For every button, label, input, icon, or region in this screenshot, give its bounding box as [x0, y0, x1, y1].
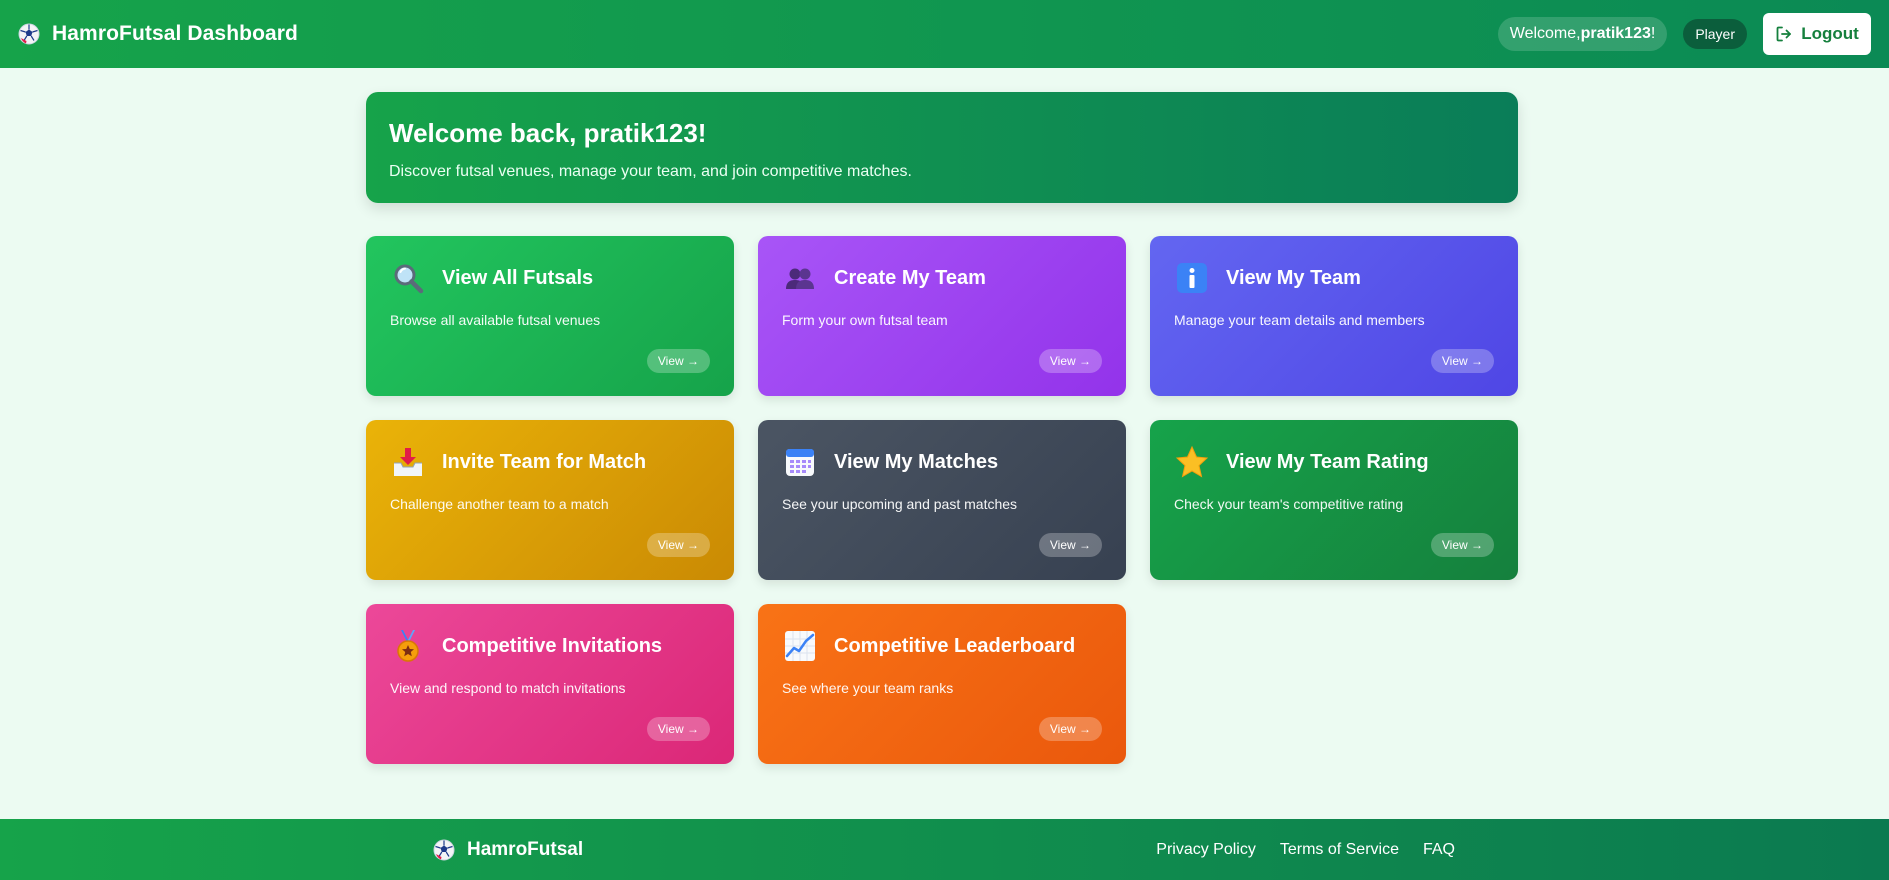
top-navbar: HamroFutsal Dashboard Welcome, pratik123…: [0, 0, 1889, 68]
calendar-icon: [782, 444, 818, 480]
medal-icon: [390, 628, 426, 664]
view-button[interactable]: View →: [1038, 349, 1102, 373]
welcome-pill: Welcome, pratik123!: [1497, 17, 1668, 51]
view-button[interactable]: View →: [1430, 533, 1494, 557]
card-view-my-matches[interactable]: View My Matches See your upcoming and pa…: [758, 420, 1126, 580]
view-button[interactable]: View →: [1430, 349, 1494, 373]
soccer-ball-icon: [18, 23, 40, 45]
logout-button[interactable]: Logout: [1763, 13, 1871, 55]
card-title: Create My Team: [834, 266, 986, 289]
view-button[interactable]: View →: [646, 717, 710, 741]
card-description: View and respond to match invitations: [390, 680, 626, 696]
card-description: Form your own futsal team: [782, 312, 948, 328]
logout-label: Logout: [1801, 24, 1859, 43]
card-view-my-team-rating[interactable]: View My Team Rating Check your team's co…: [1150, 420, 1518, 580]
card-competitive-invitations[interactable]: Competitive Invitations View and respond…: [366, 604, 734, 764]
card-description: Browse all available futsal venues: [390, 312, 601, 328]
username: pratik123: [1580, 25, 1651, 42]
card-title: Competitive Leaderboard: [834, 634, 1076, 657]
footer-links: Privacy Policy Terms of Service FAQ: [1156, 819, 1455, 880]
view-button[interactable]: View →: [1038, 533, 1102, 557]
card-view-my-team[interactable]: View My Team Manage your team details an…: [1150, 236, 1518, 396]
role-badge: Player: [1683, 19, 1747, 49]
footer-brand[interactable]: HamroFutsal: [433, 819, 583, 880]
logout-icon: [1775, 25, 1793, 43]
view-button[interactable]: View →: [646, 533, 710, 557]
card-description: Manage your team details and members: [1174, 312, 1425, 328]
view-button[interactable]: View →: [1038, 717, 1102, 741]
card-description: Check your team's competitive rating: [1174, 496, 1404, 512]
card-title: View My Team: [1226, 266, 1361, 289]
card-title: Invite Team for Match: [442, 450, 647, 473]
welcome-banner: Welcome back, pratik123! Discover futsal…: [366, 92, 1518, 203]
welcome-suffix: !: [1650, 25, 1656, 42]
magnifier-icon: [390, 260, 426, 296]
app-title: HamroFutsal Dashboard: [52, 22, 298, 45]
card-create-my-team[interactable]: Create My Team Form your own futsal team…: [758, 236, 1126, 396]
card-competitive-leaderboard[interactable]: Competitive Leaderboard See where your t…: [758, 604, 1126, 764]
hero-subtitle: Discover futsal venues, manage your team…: [389, 163, 912, 180]
terms-of-service-link[interactable]: Terms of Service: [1280, 841, 1399, 859]
card-description: Challenge another team to a match: [390, 496, 609, 512]
brand[interactable]: HamroFutsal Dashboard: [18, 22, 298, 46]
info-icon: [1174, 260, 1210, 296]
card-title: Competitive Invitations: [442, 634, 663, 657]
hero-title: Welcome back, pratik123!: [389, 118, 707, 148]
card-view-all-futsals[interactable]: View All Futsals Browse all available fu…: [366, 236, 734, 396]
star-icon: [1174, 444, 1210, 480]
soccer-ball-icon: [433, 839, 455, 861]
welcome-prefix: Welcome,: [1509, 25, 1581, 42]
card-invite-team-for-match[interactable]: Invite Team for Match Challenge another …: [366, 420, 734, 580]
inbox-tray-icon: [390, 444, 426, 480]
card-title: View All Futsals: [442, 266, 594, 289]
card-title: View My Matches: [834, 450, 999, 473]
chart-up-icon: [782, 628, 818, 664]
people-icon: [782, 260, 818, 296]
card-title: View My Team Rating: [1226, 450, 1429, 473]
card-description: See your upcoming and past matches: [782, 496, 1018, 512]
footer: HamroFutsal Privacy Policy Terms of Serv…: [0, 819, 1889, 880]
card-description: See where your team ranks: [782, 680, 954, 696]
faq-link[interactable]: FAQ: [1423, 841, 1455, 859]
view-button[interactable]: View →: [646, 349, 710, 373]
privacy-policy-link[interactable]: Privacy Policy: [1156, 841, 1256, 859]
footer-brand-title: HamroFutsal: [467, 838, 584, 860]
